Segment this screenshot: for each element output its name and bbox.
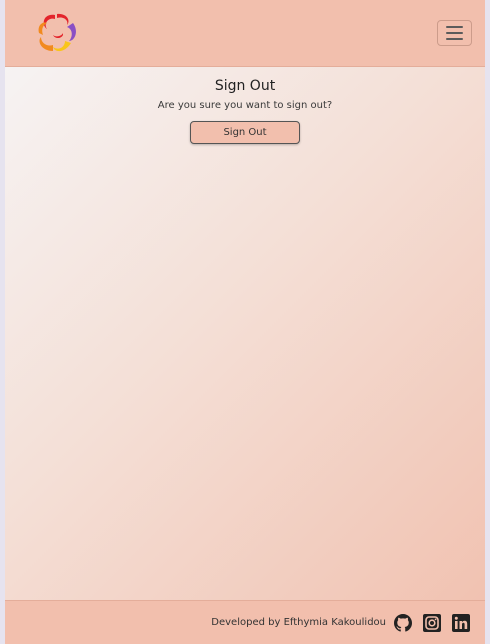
github-link[interactable] bbox=[393, 613, 413, 633]
developer-credit: Developed by Efthymia Kakoulidou bbox=[211, 617, 386, 628]
main-content: Sign Out Are you sure you want to sign o… bbox=[5, 67, 485, 600]
instagram-icon bbox=[423, 613, 441, 632]
page-title: Sign Out bbox=[214, 78, 276, 94]
instagram-link[interactable] bbox=[422, 613, 442, 633]
swirl-logo-icon bbox=[38, 13, 76, 52]
confirm-message: Are you sure you want to sign out? bbox=[157, 100, 333, 111]
navbar bbox=[5, 0, 485, 67]
hamburger-menu-icon bbox=[446, 26, 463, 28]
github-icon bbox=[394, 613, 412, 632]
app-frame: Sign Out Are you sure you want to sign o… bbox=[5, 0, 485, 644]
menu-toggle-button[interactable] bbox=[437, 20, 472, 46]
linkedin-icon bbox=[452, 613, 470, 632]
linkedin-link[interactable] bbox=[451, 613, 471, 633]
footer: Developed by Efthymia Kakoulidou bbox=[5, 600, 485, 644]
logo-link[interactable] bbox=[33, 9, 81, 57]
signout-button[interactable]: Sign Out bbox=[190, 121, 300, 144]
